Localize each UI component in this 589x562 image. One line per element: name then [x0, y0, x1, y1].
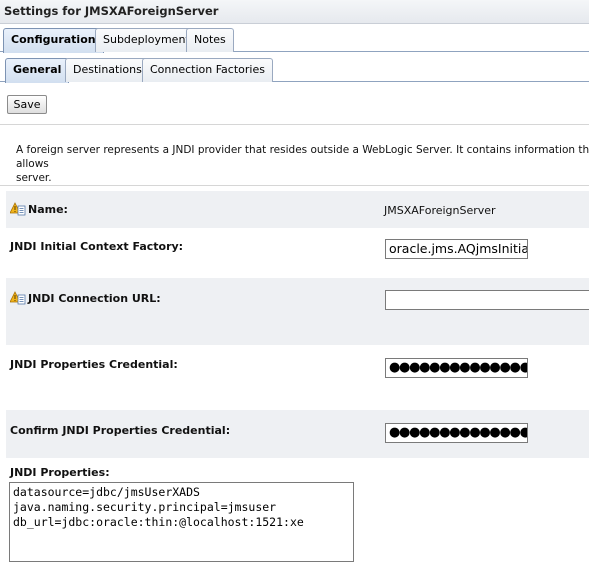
credential-password-input[interactable]: ●●●●●●●●●●●●●●●●●●	[385, 358, 528, 378]
primary-tabs: Configuration Subdeployment Notes	[0, 26, 589, 53]
tab-connection-factories[interactable]: Connection Factories	[142, 58, 273, 82]
properties-label: JNDI Properties:	[10, 466, 110, 479]
properties-line: java.naming.security.principal=jmsuser	[13, 500, 277, 514]
credential-label: JNDI Properties Credential:	[10, 358, 178, 371]
context-factory-input[interactable]: oracle.jms.AQjmsInitial	[385, 239, 528, 259]
description-line-2: server.	[16, 172, 52, 184]
name-label: Name:	[28, 203, 68, 216]
properties-textarea[interactable]: datasource=jdbc/jmsUserXADS java.naming.s…	[9, 482, 354, 562]
save-button[interactable]: Save	[7, 95, 47, 114]
config-change-icon	[10, 202, 26, 216]
row-context-factory: JNDI Initial Context Factory: oracle.jms…	[6, 229, 589, 274]
tab-subdeployment[interactable]: Subdeployment	[95, 28, 198, 52]
divider	[0, 124, 589, 125]
tab-destinations[interactable]: Destinations	[65, 58, 150, 82]
confirm-credential-label: Confirm JNDI Properties Credential:	[10, 424, 231, 437]
row-name: Name: JMSXAForeignServer	[6, 191, 589, 228]
secondary-tabs: General Destinations Connection Factorie…	[0, 56, 589, 83]
name-value: JMSXAForeignServer	[384, 204, 496, 217]
context-factory-label: JNDI Initial Context Factory:	[10, 240, 184, 253]
row-credential: JNDI Properties Credential: ●●●●●●●●●●●●…	[6, 346, 589, 406]
properties-line: datasource=jdbc/jmsUserXADS	[13, 485, 200, 499]
page-title: Settings for JMSXAForeignServer	[0, 0, 589, 24]
confirm-credential-password-input[interactable]: ●●●●●●●●●●●●●●●●●●	[385, 423, 528, 443]
connection-url-label: JNDI Connection URL:	[28, 292, 161, 305]
description-line-1: A foreign server represents a JNDI provi…	[16, 144, 589, 170]
description-text: A foreign server represents a JNDI provi…	[16, 143, 589, 185]
page-title-text: Settings for JMSXAForeignServer	[4, 4, 219, 18]
connection-url-input[interactable]	[385, 290, 589, 310]
row-confirm-credential: Confirm JNDI Properties Credential: ●●●●…	[6, 410, 589, 458]
tab-configuration[interactable]: Configuration	[3, 28, 104, 53]
properties-line: db_url=jdbc:oracle:thin:@localhost:1521:…	[13, 515, 304, 529]
config-change-icon	[10, 291, 26, 305]
tab-notes[interactable]: Notes	[186, 28, 234, 52]
tab-general[interactable]: General	[5, 58, 70, 83]
divider	[0, 185, 589, 186]
row-connection-url: JNDI Connection URL:	[6, 278, 589, 345]
